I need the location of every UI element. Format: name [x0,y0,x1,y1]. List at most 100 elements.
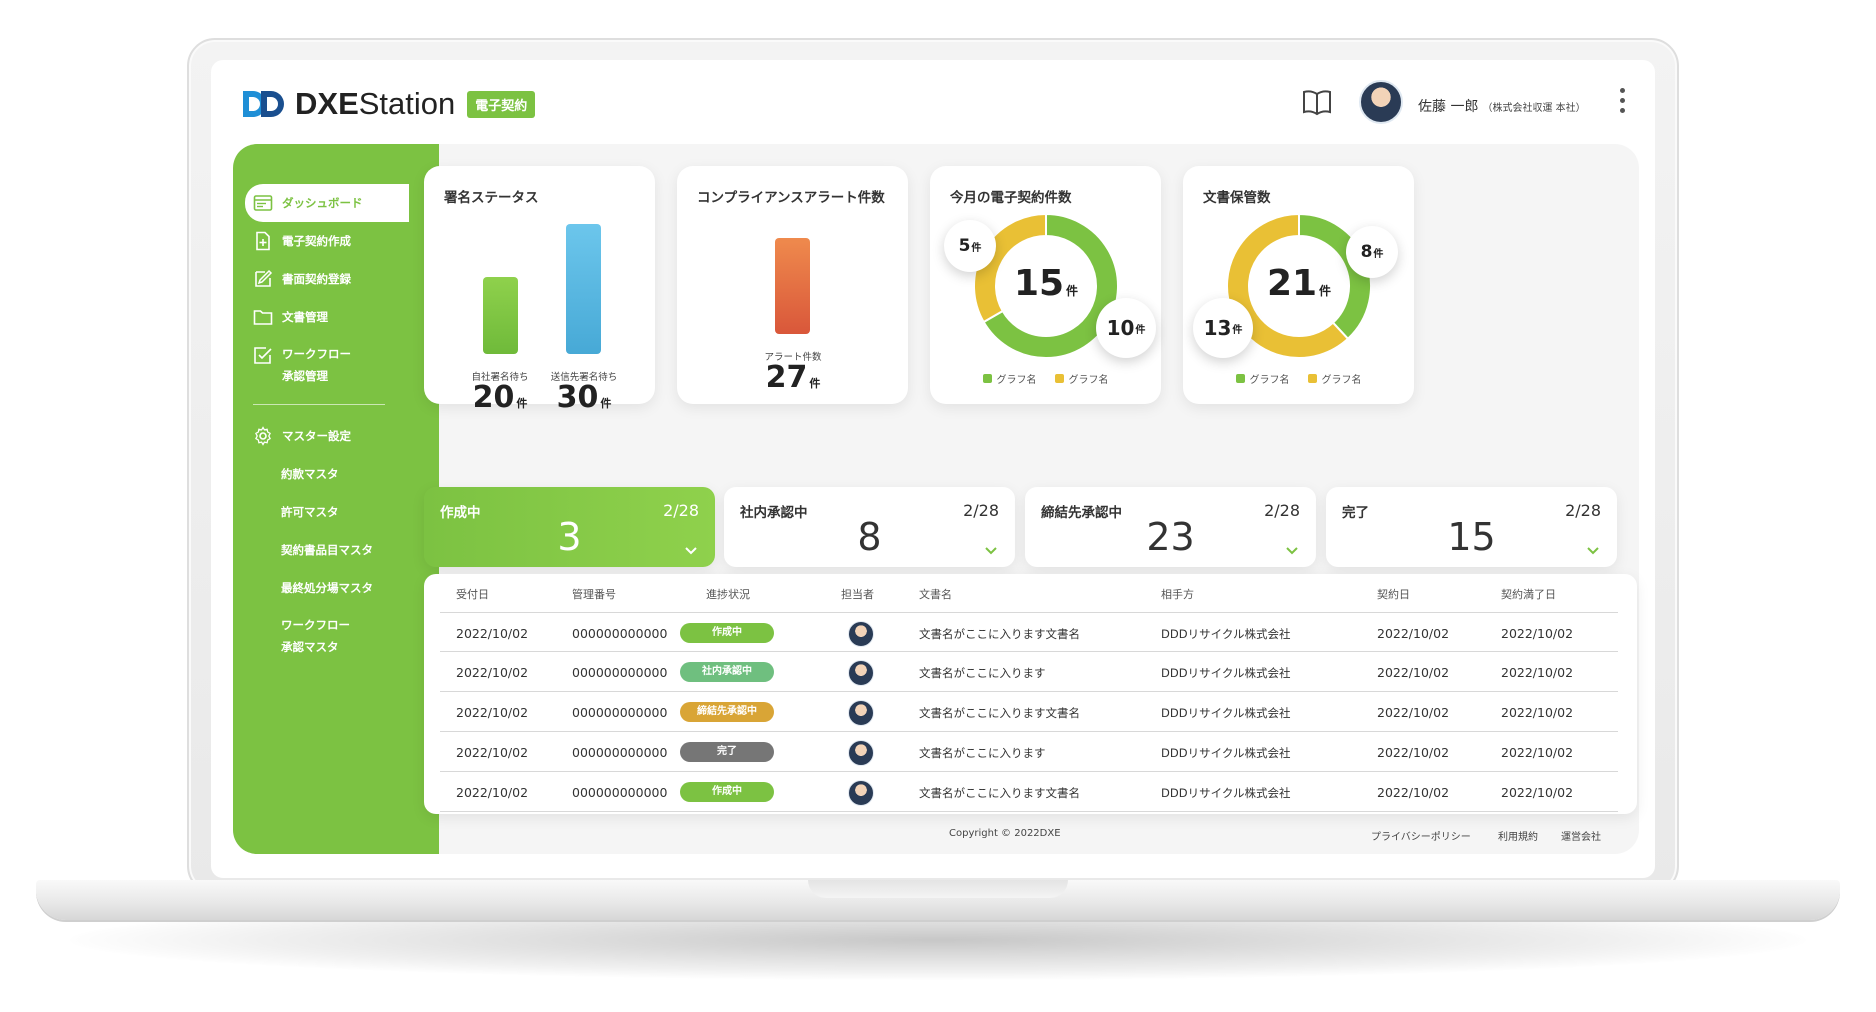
contracts-table: 受付日 管理番号 進捗状況 担当者 文書名 相手方 契約日 契約満了日 2022… [424,574,1637,814]
footer-link-terms[interactable]: 利用規約 [1498,828,1538,843]
cell-received-date: 2022/10/02 [456,785,529,800]
bar-value-alert: 27 件 [765,360,821,395]
checkbox-icon [254,347,272,364]
document-storage-card[interactable]: 文書保管数 21 件 8件 13 件 グラフ名 グラフ名 [1183,166,1414,404]
sidebar-item-label: 電子契約作成 [282,234,351,248]
status-card-partner-approval[interactable]: 締結先承認中 2/28 23 [1025,487,1316,567]
assignee-avatar[interactable] [848,780,874,806]
product-badge: 電子契約 [467,90,536,118]
table-row[interactable]: 2022/10/02 000000000000 作成中 文書名がここに入ります文書名 D… [440,612,1618,652]
cell-received-date: 2022/10/02 [456,665,529,680]
file-plus-icon [256,231,270,251]
sidebar-item-disposal-master[interactable]: 最終処分場マスタ [233,569,409,607]
user-org: （株式会社収運 本社） [1482,103,1586,114]
chevron-down-icon[interactable] [1286,547,1298,555]
user-avatar[interactable] [1359,80,1403,124]
logo-mark-icon [243,91,284,117]
cell-contract-date: 2022/10/02 [1377,705,1450,720]
legend-item: グラフ名 [1235,371,1290,386]
chevron-down-icon[interactable] [1587,547,1599,555]
sidebar-item-master-settings[interactable]: マスター設定 [233,417,409,455]
status-count: 23 [1146,515,1195,559]
table-row[interactable]: 2022/10/02 000000000000 社内承認中 文書名がここに入ります DD… [440,652,1618,692]
assignee-avatar[interactable] [848,660,874,686]
chart-legend: グラフ名 グラフ名 [1183,371,1414,386]
cell-expiry-date: 2022/10/02 [1501,745,1574,760]
legend-item: グラフ名 [982,371,1037,386]
column-header[interactable]: 文書名 [919,586,952,602]
cell-contract-date: 2022/10/02 [1377,665,1450,680]
signature-status-card[interactable]: 署名ステータス 自社署名待ち 送信先署名待ち 20 件 30 件 [424,166,655,415]
sidebar-item-permit-master[interactable]: 許可マスタ [233,493,409,531]
cell-management-number: 000000000000 [572,705,668,720]
cell-received-date: 2022/10/02 [456,705,529,720]
table-row[interactable]: 2022/10/02 000000000000 完了 文書名がここに入ります DDDリサ… [440,732,1618,772]
bar-value-recipient: 30 件 [556,380,612,415]
folder-icon [253,310,273,325]
sidebar-item-terms-master[interactable]: 約款マスタ [233,455,409,493]
assignee-avatar[interactable] [848,700,874,726]
donut-bubble-green: 8件 [1346,226,1398,278]
sidebar-item-workflow[interactable]: ワークフロー 承認管理 [233,336,409,392]
column-header[interactable]: 管理番号 [572,586,616,602]
dashboard-icon [253,195,273,211]
cell-document-name[interactable]: 文書名がここに入ります文書名 [919,785,1080,801]
status-card-internal-approval[interactable]: 社内承認中 2/28 8 [724,487,1015,567]
chevron-down-icon[interactable] [685,547,697,555]
status-count: 3 [557,515,582,559]
monthly-contracts-card[interactable]: 今月の電子契約件数 15 件 5件 10 件 グラフ名 グラフ名 [930,166,1161,404]
donut-total: 15 件 [1013,263,1079,304]
sidebar-item-documents[interactable]: 文書管理 [233,298,409,336]
column-header[interactable]: 契約日 [1377,586,1410,602]
sidebar-item-dashboard[interactable]: ダッシュボード [245,184,409,222]
cell-partner: DDDリサイクル株式会社 [1161,706,1291,720]
column-header[interactable]: 進捗状況 [706,586,750,602]
column-header[interactable]: 受付日 [456,586,489,602]
status-card-drafting[interactable]: 作成中 2/28 3 [424,487,715,567]
assignee-avatar[interactable] [848,740,874,766]
status-card-completed[interactable]: 完了 2/28 15 [1326,487,1617,567]
cell-expiry-date: 2022/10/02 [1501,785,1574,800]
status-pill: 作成中 [680,782,774,802]
footer-link-company[interactable]: 運営会社 [1561,828,1601,843]
table-row[interactable]: 2022/10/02 000000000000 締結先承認中 文書名がここに入ります文… [440,692,1618,732]
status-pill: 完了 [680,742,774,762]
bar-recipient-signature [566,224,601,354]
legend-item: グラフ名 [1054,371,1109,386]
cell-management-number: 000000000000 [572,785,668,800]
donut-bubble-green: 10 件 [1096,298,1156,358]
cell-document-name[interactable]: 文書名がここに入ります文書名 [919,626,1080,642]
logo[interactable]: DXEStation 電子契約 [241,86,536,122]
sidebar-item-workflow-master[interactable]: ワークフロー 承認マスタ [233,607,409,663]
donut-bubble-yellow: 13 件 [1193,298,1253,358]
sidebar-divider [253,404,385,405]
column-header[interactable]: 契約満了日 [1501,586,1556,602]
user-name[interactable]: 佐藤 一郎 （株式会社収運 本社） [1418,96,1586,116]
app-header: DXEStation 電子契約 佐藤 一郎 （株式会社収運 本社） [211,60,1655,142]
compliance-alert-card[interactable]: コンプライアンスアラート件数 アラート件数 27 件 [677,166,908,404]
cell-partner: DDDリサイクル株式会社 [1161,627,1291,641]
book-icon[interactable] [1301,88,1333,116]
bar-alert-count [775,238,810,334]
cell-document-name[interactable]: 文書名がここに入ります文書名 [919,705,1080,721]
assignee-avatar[interactable] [848,621,874,647]
status-count: 15 [1447,515,1496,559]
sidebar-item-paper-contract[interactable]: 書面契約登録 [233,260,409,298]
sidebar-item-item-master[interactable]: 契約書品目マスタ [233,531,409,569]
cell-received-date: 2022/10/02 [456,745,529,760]
chevron-down-icon[interactable] [985,547,997,555]
cell-document-name[interactable]: 文書名がここに入ります [919,745,1046,761]
sidebar-item-create-contract[interactable]: 電子契約作成 [233,222,409,260]
column-header[interactable]: 担当者 [841,586,874,602]
column-header[interactable]: 相手方 [1161,586,1194,602]
cell-partner: DDDリサイクル株式会社 [1161,666,1291,680]
footer-link-privacy[interactable]: プライバシーポリシー [1371,828,1471,843]
sidebar-item-label: ダッシュボード [282,196,363,210]
sidebar-item-label: ワークフロー [282,347,351,361]
cell-document-name[interactable]: 文書名がここに入ります [919,665,1046,681]
sidebar-item-label-2: 承認管理 [282,369,328,383]
status-pill: 締結先承認中 [680,702,774,722]
table-row[interactable]: 2022/10/02 000000000000 作成中 文書名がここに入ります文書名 D… [440,772,1618,812]
cell-management-number: 000000000000 [572,745,668,760]
kebab-menu-icon[interactable] [1617,88,1627,116]
